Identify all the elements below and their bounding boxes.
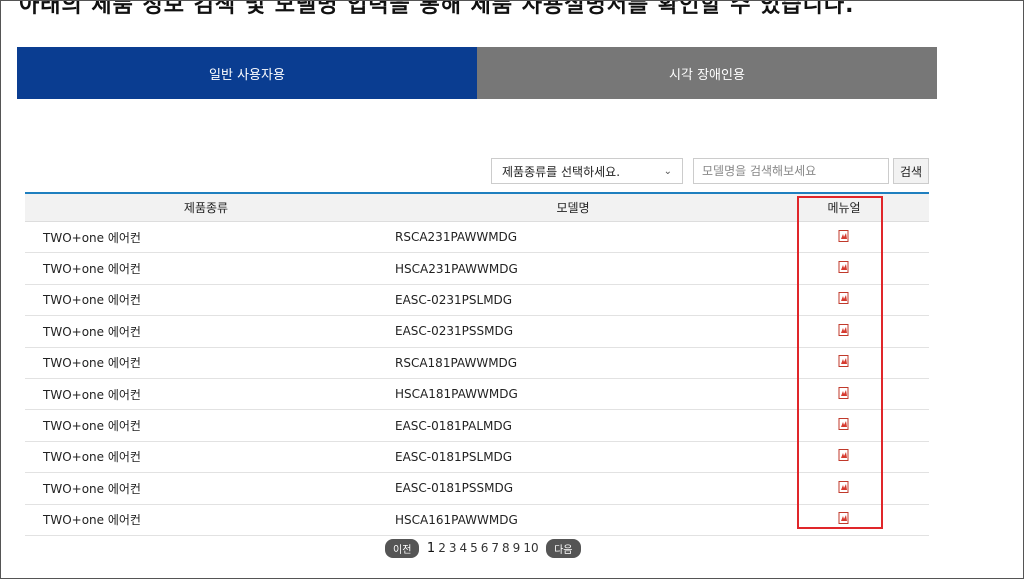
pdf-icon[interactable]	[838, 449, 850, 462]
model-search-input[interactable]	[693, 158, 889, 184]
pdf-icon[interactable]	[838, 292, 850, 305]
page-intro-text: 아래의 제품 정보 검색 및 모델명 입력을 통해 제품 사용설명서를 확인할 …	[19, 0, 855, 18]
header-manual: 메뉴얼	[827, 201, 861, 215]
pdf-icon[interactable]	[838, 418, 850, 431]
page-number-link[interactable]: 1	[427, 541, 435, 556]
cell-model-name: RSCA181PAWWMDG	[395, 355, 518, 370]
page-number-link[interactable]: 9	[513, 541, 521, 556]
cell-manual	[759, 386, 929, 402]
table-row: TWO+one 에어컨 RSCA181PAWWMDG	[25, 348, 929, 379]
tab-visually-impaired[interactable]: 시각 장애인용	[477, 47, 937, 99]
cell-model-name: EASC-0231PSSMDG	[395, 324, 514, 339]
cell-product-type: TWO+one 에어컨	[43, 481, 141, 496]
cell-manual	[759, 229, 929, 245]
manual-table: 제품종류 모델명 메뉴얼 TWO+one 에어컨 RSCA231PAWWMDG …	[25, 192, 929, 536]
header-product-type: 제품종류	[183, 201, 229, 215]
tab-general-user[interactable]: 일반 사용자용	[17, 47, 477, 99]
chevron-down-icon: ⌄	[663, 165, 672, 177]
prev-page-button[interactable]: 이전	[385, 539, 420, 558]
cell-product-type: TWO+one 에어컨	[43, 356, 141, 371]
table-row: TWO+one 에어컨 EASC-0231PSLMDG	[25, 285, 929, 317]
cell-product-type: TWO+one 에어컨	[43, 387, 141, 402]
table-row: TWO+one 에어컨 HSCA231PAWWMDG	[25, 253, 929, 285]
search-filters: 제품종류를 선택하세요. ⌄ 검색	[491, 158, 929, 184]
product-type-select-value: 제품종류를 선택하세요.	[502, 164, 621, 179]
search-button[interactable]: 검색	[893, 158, 929, 184]
pdf-icon[interactable]	[838, 480, 850, 493]
page-number-link[interactable]: 10	[523, 541, 538, 556]
header-model-name: 모델명	[556, 201, 590, 215]
cell-model-name: HSCA231PAWWMDG	[395, 261, 518, 276]
table-row: TWO+one 에어컨 EASC-0181PALMDG	[25, 410, 929, 442]
cell-model-name: EASC-0181PSLMDG	[395, 449, 513, 464]
cell-manual	[759, 292, 929, 307]
cell-model-name: HSCA161PAWWMDG	[395, 512, 518, 527]
pdf-icon[interactable]	[838, 261, 850, 274]
search-button-label: 검색	[899, 164, 923, 179]
cell-product-type: TWO+one 에어컨	[43, 262, 141, 277]
pagination: 이전 1 2 3 4 5 6 7 8 9 10 다음	[385, 539, 581, 558]
table-header: 제품종류 모델명 메뉴얼	[25, 194, 929, 222]
pdf-icon[interactable]	[838, 229, 850, 242]
next-page-button[interactable]: 다음	[546, 539, 581, 558]
page-number-link[interactable]: 2	[438, 541, 446, 556]
cell-product-type: TWO+one 에어컨	[43, 513, 141, 528]
table-row: TWO+one 에어컨 HSCA161PAWWMDG	[25, 505, 929, 536]
cell-manual	[759, 261, 929, 276]
cell-model-name: HSCA181PAWWMDG	[395, 387, 518, 402]
pdf-icon[interactable]	[838, 512, 850, 525]
page-frame: 아래의 제품 정보 검색 및 모델명 입력을 통해 제품 사용설명서를 확인할 …	[0, 0, 1024, 579]
tab-visually-impaired-label: 시각 장애인용	[669, 67, 745, 83]
user-type-tabs: 일반 사용자용 시각 장애인용	[17, 47, 937, 99]
pdf-icon[interactable]	[838, 323, 850, 336]
page-number-link[interactable]: 5	[470, 541, 478, 556]
cell-product-type: TWO+one 에어컨	[43, 293, 141, 308]
cell-manual	[759, 418, 929, 433]
cell-manual	[759, 355, 929, 370]
page-number-link[interactable]: 7	[491, 541, 499, 556]
product-type-select[interactable]: 제품종류를 선택하세요. ⌄	[491, 158, 683, 184]
page-number-link[interactable]: 3	[449, 541, 457, 556]
cell-product-type: TWO+one 에어컨	[43, 230, 141, 245]
cell-manual	[759, 323, 929, 339]
cell-model-name: EASC-0181PSSMDG	[395, 481, 514, 496]
page-number-link[interactable]: 4	[459, 541, 467, 556]
cell-product-type: TWO+one 에어컨	[43, 419, 141, 434]
pdf-icon[interactable]	[838, 355, 850, 368]
cell-model-name: RSCA231PAWWMDG	[395, 230, 518, 245]
page-number-link[interactable]: 6	[481, 541, 489, 556]
page-numbers: 1 2 3 4 5 6 7 8 9 10	[425, 541, 540, 556]
cell-product-type: TWO+one 에어컨	[43, 324, 141, 339]
cell-model-name: EASC-0231PSLMDG	[395, 292, 513, 307]
pdf-icon[interactable]	[838, 386, 850, 399]
cell-manual	[759, 512, 929, 527]
tab-general-user-label: 일반 사용자용	[209, 67, 285, 83]
table-row: TWO+one 에어컨 RSCA231PAWWMDG	[25, 222, 929, 254]
table-row: TWO+one 에어컨 EASC-0231PSSMDG	[25, 316, 929, 348]
cell-manual	[759, 449, 929, 464]
table-row: TWO+one 에어컨 HSCA181PAWWMDG	[25, 379, 929, 411]
cell-manual	[759, 480, 929, 496]
cell-model-name: EASC-0181PALMDG	[395, 418, 512, 433]
cell-product-type: TWO+one 에어컨	[43, 450, 141, 465]
table-row: TWO+one 에어컨 EASC-0181PSSMDG	[25, 473, 929, 505]
table-row: TWO+one 에어컨 EASC-0181PSLMDG	[25, 442, 929, 474]
page-number-link[interactable]: 8	[502, 541, 510, 556]
